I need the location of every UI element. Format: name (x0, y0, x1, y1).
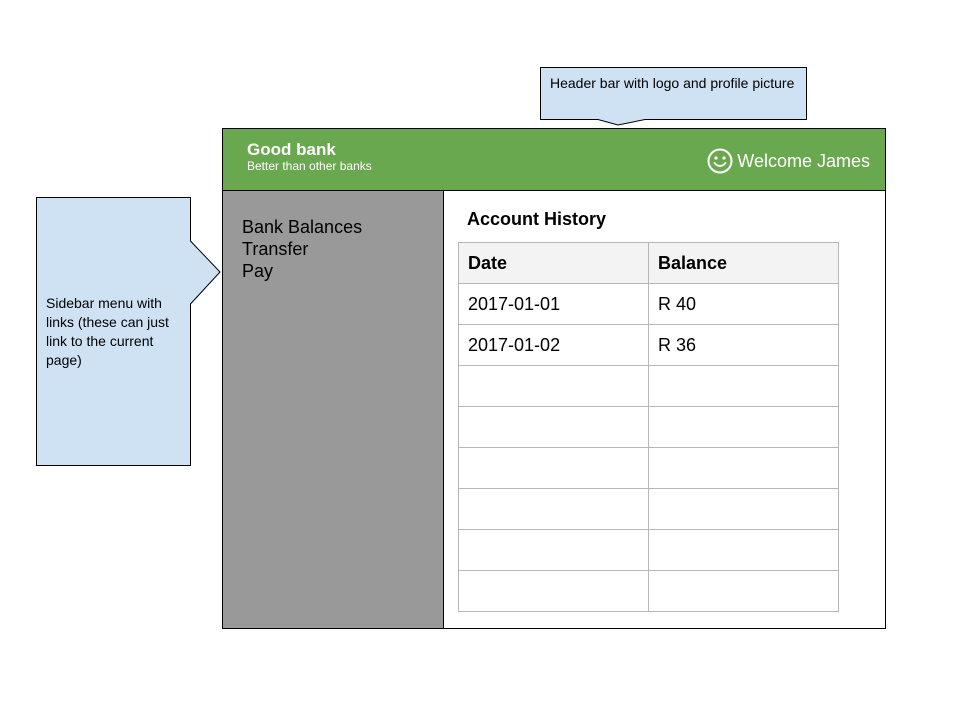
date-cell: 2017-01-02 (458, 324, 649, 366)
balance-cell (648, 570, 839, 612)
sidebar-item-bank-balances[interactable]: Bank Balances (242, 216, 362, 238)
table-row (458, 447, 839, 489)
header-bar: Good bank Better than other banks Welcom… (223, 129, 885, 191)
date-cell (458, 447, 649, 489)
balance-cell (648, 488, 839, 530)
table-row: 2017-01-02 R 36 (458, 324, 839, 366)
table-row (458, 406, 839, 448)
balance-cell (648, 447, 839, 489)
balance-cell (648, 406, 839, 448)
table-row (458, 570, 839, 612)
logo-tagline: Better than other banks (247, 159, 372, 173)
sidebar-menu: Bank Balances Transfer Pay (242, 216, 362, 282)
date-cell (458, 365, 649, 407)
date-cell (458, 570, 649, 612)
balance-cell: R 40 (648, 283, 839, 325)
table-row (458, 529, 839, 571)
profile-area[interactable]: Welcome James (707, 147, 870, 175)
column-header-date: Date (458, 242, 649, 284)
column-header-balance: Balance (648, 242, 839, 284)
sidebar: Bank Balances Transfer Pay (223, 191, 444, 628)
bank-app-mockup: Good bank Better than other banks Welcom… (222, 128, 886, 629)
sidebar-callout: Sidebar menu with links (these can just … (36, 197, 221, 466)
date-cell (458, 406, 649, 448)
account-history-table: Date Balance 2017-01-01 R 40 2017-01-02 … (458, 242, 839, 612)
header-callout: Header bar with logo and profile picture (540, 67, 807, 126)
table-header-row: Date Balance (458, 242, 839, 284)
table-row (458, 488, 839, 530)
header-callout-text: Header bar with logo and profile picture (550, 75, 795, 91)
date-cell (458, 529, 649, 571)
wireframe-canvas: Header bar with logo and profile picture… (0, 0, 960, 720)
balance-cell: R 36 (648, 324, 839, 366)
sidebar-callout-text: Sidebar menu with links (these can just … (46, 295, 169, 368)
balance-cell (648, 365, 839, 407)
smiley-icon[interactable] (707, 148, 733, 174)
balance-cell (648, 529, 839, 571)
table-row (458, 365, 839, 407)
date-cell: 2017-01-01 (458, 283, 649, 325)
sidebar-item-transfer[interactable]: Transfer (242, 238, 362, 260)
logo-name[interactable]: Good bank (247, 140, 336, 160)
table-row: 2017-01-01 R 40 (458, 283, 839, 325)
date-cell (458, 488, 649, 530)
page-title: Account History (467, 209, 607, 229)
sidebar-item-pay[interactable]: Pay (242, 260, 362, 282)
welcome-text: Welcome James (737, 150, 870, 171)
